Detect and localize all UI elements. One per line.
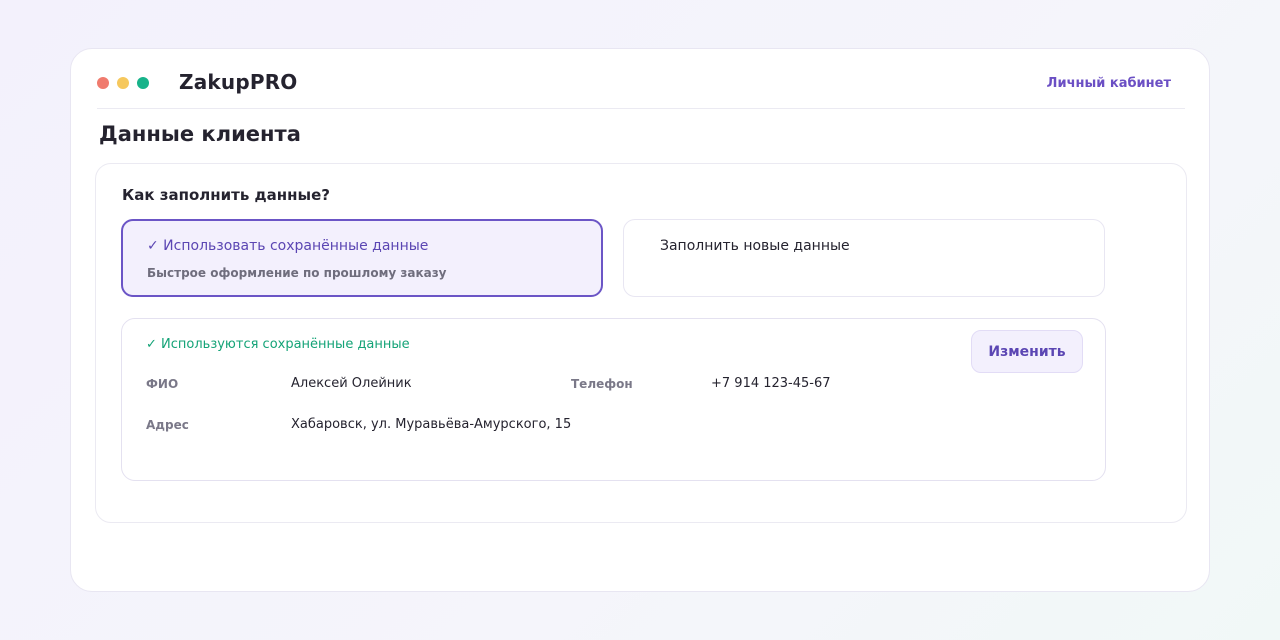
field-label-address: Адрес (146, 418, 189, 432)
status-badge: ✓ Используются сохранённые данные (146, 337, 410, 352)
option-fill-new-data[interactable]: Заполнить новые данные (623, 219, 1105, 297)
option-title: ✓ Использовать сохранённые данные (147, 238, 429, 254)
field-value-address: Хабаровск, ул. Муравьёва-Амурского, 15 (291, 417, 572, 432)
field-value-phone: +7 914 123-45-67 (711, 376, 831, 391)
edit-button[interactable]: Изменить (971, 330, 1083, 373)
option-use-saved-data[interactable]: ✓ Использовать сохранённые данные Быстро… (121, 219, 603, 297)
window-close-dot[interactable] (97, 77, 109, 89)
window-minimize-dot[interactable] (117, 77, 129, 89)
field-value-name: Алексей Олейник (291, 376, 412, 391)
field-label-phone: Телефон (571, 377, 633, 391)
window-maximize-dot[interactable] (137, 77, 149, 89)
client-data-panel: Как заполнить данные? ✓ Использовать сох… (95, 163, 1187, 523)
account-link[interactable]: Личный кабинет (1047, 76, 1171, 91)
option-subtitle: Быстрое оформление по прошлому заказу (147, 266, 447, 280)
fill-method-question: Как заполнить данные? (122, 186, 330, 204)
saved-data-card: ✓ Используются сохранённые данные Измени… (121, 318, 1106, 481)
app-window: ZakupPRO Личный кабинет Данные клиента К… (70, 48, 1210, 592)
brand-logo: ZakupPRO (179, 70, 298, 94)
header-bar: ZakupPRO Личный кабинет (97, 49, 1185, 109)
option-title: Заполнить новые данные (660, 238, 850, 254)
page-title: Данные клиента (99, 122, 301, 146)
field-label-name: ФИО (146, 377, 179, 391)
